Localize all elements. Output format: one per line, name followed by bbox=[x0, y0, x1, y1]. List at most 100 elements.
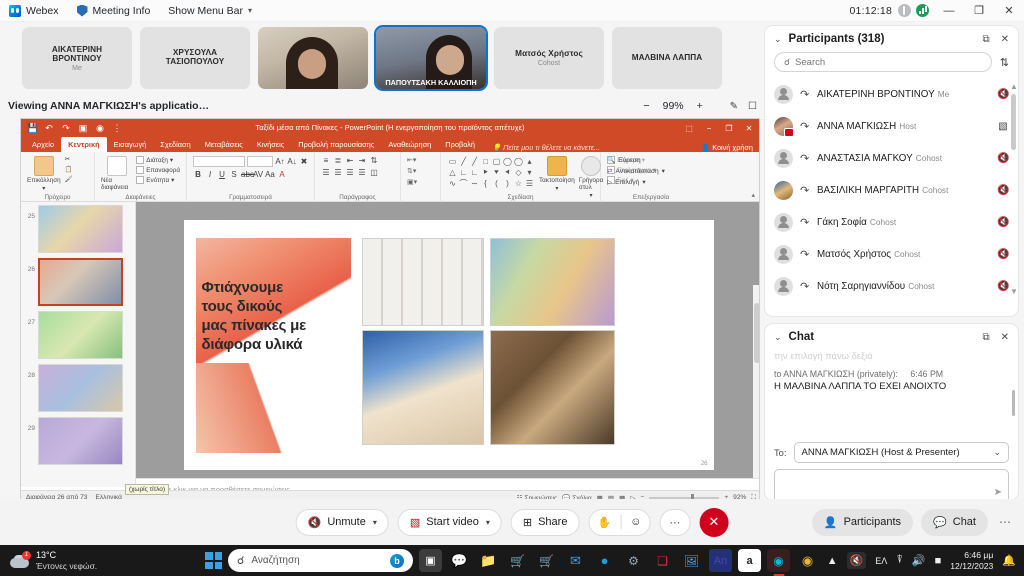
participant-row[interactable]: ↷ ΑΝΑΣΤΑΣΙΑ ΜΑΓΚΟΥ Cohost 🔇 bbox=[765, 142, 1018, 174]
justify-button[interactable]: ☰ bbox=[357, 168, 367, 177]
raise-hand-icon[interactable]: ↷ bbox=[800, 248, 810, 261]
reset-button[interactable]: Επαναφορά bbox=[136, 166, 180, 174]
slide-photo-3[interactable] bbox=[361, 329, 484, 445]
thumbnail-participant-5[interactable]: ΜΑΛΒΙΝΑ ΛΑΠΠΑ bbox=[612, 27, 722, 89]
participant-row[interactable]: ↷ Ματσός Χρήστος Cohost 🔇 bbox=[765, 238, 1018, 270]
slide-thumbnail[interactable] bbox=[38, 364, 123, 412]
copy-icon[interactable]: 📋 bbox=[65, 165, 73, 173]
thumbnail-participant-0[interactable]: ΑΙΚΑΤΕΡΙΝΗ ΒΡΟΝΤΙΝΟΥ Me bbox=[22, 27, 132, 89]
slide-photo-4[interactable] bbox=[489, 329, 615, 445]
slide-title-text[interactable]: Φτιάχνουμε τους δικούς μας πίνακες με δι… bbox=[202, 278, 332, 355]
increase-indent-button[interactable]: ⇥ bbox=[357, 156, 367, 165]
scroll-down-icon[interactable]: ▼ bbox=[1010, 287, 1018, 296]
more-options-button[interactable]: ⋯ bbox=[659, 508, 691, 536]
font-size-input[interactable] bbox=[247, 156, 273, 167]
anydesk-icon[interactable]: An bbox=[709, 549, 732, 572]
ribbon-tab-design[interactable]: Σχεδίαση bbox=[153, 137, 197, 152]
chat-toggle-button[interactable]: 💬 Chat bbox=[921, 508, 988, 536]
taskbar-clock[interactable]: 6:46 μμ 12/12/2023 bbox=[950, 550, 993, 572]
section-button[interactable]: Ενότητα ▾ bbox=[136, 176, 180, 184]
meeting-info-button[interactable]: Meeting Info bbox=[68, 0, 160, 22]
find-button[interactable]: 🔍 Εύρεση bbox=[607, 156, 665, 165]
zoom-out-button[interactable]: − bbox=[641, 100, 653, 112]
raise-hand-icon[interactable]: ↷ bbox=[800, 120, 810, 133]
taskbar-search-box[interactable]: ☌ Αναζήτηση b bbox=[228, 549, 413, 572]
thumbnail-participant-1[interactable]: ΧΡΥΣΟΥΛΑ ΤΑΣΙΟΠΟΥΛΟΥ bbox=[140, 27, 250, 89]
chevron-down-icon[interactable]: ⌄ bbox=[774, 332, 782, 343]
store2-icon[interactable]: 🛒 bbox=[535, 549, 558, 572]
participant-row[interactable]: ↷ Γάκη Σοφία Cohost 🔇 bbox=[765, 206, 1018, 238]
raise-hand-icon[interactable]: ✋ bbox=[597, 516, 611, 529]
ribbon-tab-insert[interactable]: Εισαγωγή bbox=[107, 137, 154, 152]
slide-list-item[interactable]: 29 bbox=[25, 417, 131, 465]
close-icon[interactable]: ✕ bbox=[1001, 332, 1009, 343]
character-spacing-button[interactable]: AV bbox=[253, 170, 263, 179]
minimize-button[interactable]: — bbox=[934, 0, 964, 22]
thumbnail-participant-4[interactable]: Ματσός Χρήστος Cohost bbox=[494, 27, 604, 89]
slide-editor-canvas[interactable]: Φτιάχνουμε τους δικούς μας πίνακες με δι… bbox=[136, 202, 759, 487]
bullets-button[interactable]: ≡ bbox=[321, 156, 331, 165]
replace-button[interactable]: ⇄ Αντικατάσταση ▾ bbox=[607, 167, 665, 176]
slide-photo-1[interactable] bbox=[361, 237, 484, 326]
muted-mic-icon[interactable]: 🔇 bbox=[997, 89, 1009, 100]
slide-list-item[interactable]: 26 bbox=[25, 258, 131, 306]
arrange-button[interactable]: Τακτοποίηση ▾ bbox=[539, 156, 575, 192]
raise-hand-icon[interactable]: ↷ bbox=[800, 152, 810, 165]
clear-formatting-icon[interactable]: ✖ bbox=[299, 157, 309, 166]
muted-mic-icon[interactable]: 🔇 bbox=[997, 249, 1009, 260]
chevron-down-icon[interactable]: ⌄ bbox=[774, 34, 782, 45]
ppt-share-button[interactable]: 👤 Κοινή χρήση bbox=[701, 143, 759, 152]
slide-list-item[interactable]: 25 bbox=[25, 205, 131, 253]
participant-row[interactable]: ↷ ΑΙΚΑΤΕΡΙΝΗ ΒΡΟΝΤΙΝΟΥ Me 🔇 bbox=[765, 78, 1018, 110]
new-slide-button[interactable]: Νέα διαφάνεια bbox=[101, 156, 132, 191]
ribbon-tab-file[interactable]: Αρχείο bbox=[25, 137, 61, 152]
unmute-button[interactable]: 🔇 Unmute ▾ bbox=[295, 508, 389, 536]
quick-styles-button[interactable]: Γρήγορα στυλ ▾ bbox=[579, 156, 603, 199]
bing-icon[interactable]: b bbox=[390, 553, 404, 568]
language-indicator[interactable]: ΕΛ bbox=[875, 556, 887, 566]
ribbon-tab-animations[interactable]: Κινήσεις bbox=[250, 137, 291, 152]
bold-button[interactable]: B bbox=[193, 170, 203, 179]
increase-font-size-icon[interactable]: A↑ bbox=[275, 157, 285, 166]
ribbon-tab-transitions[interactable]: Μεταβάσεις bbox=[198, 137, 250, 152]
ribbon-tab-home[interactable]: Κεντρική bbox=[61, 137, 107, 152]
muted-mic-icon[interactable]: 🔇 bbox=[997, 217, 1009, 228]
participant-row[interactable]: ↷ ΑΝΝΑ ΜΑΓΚΙΩΣΗ Host ▧ bbox=[765, 110, 1018, 142]
italic-button[interactable]: I bbox=[205, 170, 215, 179]
align-text-icon[interactable]: ⇅▾ bbox=[407, 167, 416, 175]
participants-search-box[interactable]: ☌ bbox=[774, 52, 992, 72]
cut-icon[interactable]: ✂ bbox=[65, 156, 73, 163]
file-explorer-icon[interactable]: 📁 bbox=[477, 549, 500, 572]
mic-muted-tray-icon[interactable]: 🔇 bbox=[846, 552, 867, 569]
chat-recipient-select[interactable]: ANNA ΜΑΓΚΙΩΣΗ (Host & Presenter) ⌄ bbox=[793, 442, 1009, 463]
show-hidden-icons-icon[interactable]: ▲ bbox=[827, 555, 838, 567]
numbering-button[interactable]: ≣ bbox=[333, 156, 343, 165]
notifications-bell-icon[interactable]: 🔔 bbox=[1002, 554, 1016, 567]
tell-me-search[interactable]: 💡 Πείτε μου τι θέλετε να κάνετε... bbox=[492, 143, 600, 152]
select-button[interactable]: ▷ Επιλογή ▾ bbox=[607, 178, 665, 187]
align-right-button[interactable]: ☰ bbox=[345, 168, 355, 177]
chevron-down-icon[interactable]: ▾ bbox=[373, 518, 377, 527]
convert-smartart-icon[interactable]: ▣▾ bbox=[407, 178, 417, 186]
taskbar-weather-widget[interactable]: 1 13°C Έντονες νεφώσ. bbox=[0, 550, 97, 572]
raise-hand-icon[interactable]: ↷ bbox=[800, 280, 810, 293]
popout-icon[interactable]: ⧉ bbox=[982, 34, 989, 45]
layout-button[interactable]: Διάταξη ▾ bbox=[136, 156, 180, 164]
chat-input-box[interactable]: ➤ bbox=[774, 469, 1009, 503]
align-center-button[interactable]: ☰ bbox=[333, 168, 343, 177]
network-quality-icon[interactable] bbox=[916, 4, 929, 17]
share-button[interactable]: ⊞ Share bbox=[510, 508, 580, 536]
raise-hand-icon[interactable]: ↷ bbox=[800, 216, 810, 229]
columns-button[interactable]: ◫ bbox=[369, 168, 379, 177]
muted-mic-icon[interactable]: 🔇 bbox=[997, 185, 1009, 196]
maximize-button[interactable]: ❐ bbox=[964, 0, 994, 22]
end-meeting-button[interactable]: ✕ bbox=[699, 507, 729, 537]
acrobat-icon[interactable]: ❑ bbox=[651, 549, 674, 572]
fullscreen-icon[interactable]: ☐ bbox=[748, 101, 757, 112]
annotate-icon[interactable]: ✎ bbox=[730, 101, 738, 112]
chrome-icon[interactable]: ◉ bbox=[796, 549, 819, 572]
zoom-in-button[interactable]: + bbox=[694, 100, 706, 112]
show-menu-bar-button[interactable]: Show Menu Bar ▾ bbox=[159, 0, 261, 22]
slide-thumbnail[interactable] bbox=[38, 205, 123, 253]
task-view-icon[interactable]: ▣ bbox=[419, 549, 442, 572]
